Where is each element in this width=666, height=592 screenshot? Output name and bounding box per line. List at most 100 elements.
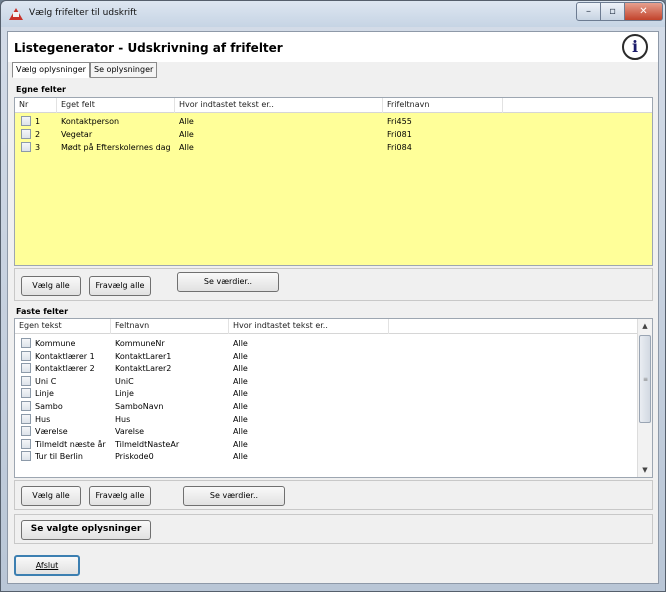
egne-select-all-button[interactable]: Vælg alle xyxy=(21,276,81,296)
cell-nr: 3 xyxy=(35,143,41,152)
scroll-grip-icon: ≡ xyxy=(643,376,649,383)
row-checkbox[interactable] xyxy=(21,375,31,386)
cell-frifeltnavn: Fri084 xyxy=(387,143,412,152)
dialog-window: Vælg frifelter til udskrift – ▫ ✕ Listeg… xyxy=(0,0,666,592)
cell-egen-tekst: Kontaktlærer 1 xyxy=(35,351,95,361)
cell-feltnavn: Priskode0 xyxy=(115,452,154,462)
app-logo-icon xyxy=(9,8,23,20)
table-row[interactable]: Linje Linje Alle xyxy=(15,387,637,400)
cell-eget-felt: Vegetar xyxy=(61,130,93,139)
row-checkbox[interactable] xyxy=(21,413,31,424)
faste-deselect-all-button[interactable]: Fravælg alle xyxy=(89,486,151,506)
row-checkbox[interactable] xyxy=(21,451,31,462)
faste-felter-scrollbar[interactable]: ▲ ≡ ▼ xyxy=(637,319,652,477)
header-band: Listegenerator - Udskrivning af frifelte… xyxy=(8,32,658,62)
minimize-button[interactable]: – xyxy=(576,2,601,21)
column-header-egen-tekst[interactable]: Egen tekst xyxy=(15,319,111,334)
cell-hvor: Alle xyxy=(233,414,248,424)
egne-show-values-button[interactable]: Se værdier.. xyxy=(177,272,279,292)
column-header-hvor-indtastet[interactable]: Hvor indtastet tekst er.. xyxy=(175,98,383,113)
table-row[interactable]: Kontaktlærer 2 KontaktLarer2 Alle xyxy=(15,362,637,375)
table-row[interactable]: Værelse Varelse Alle xyxy=(15,425,637,438)
exit-button[interactable]: Afslut xyxy=(14,555,80,576)
table-row[interactable]: Sambo SamboNavn Alle xyxy=(15,400,637,413)
cell-hvor: Alle xyxy=(179,117,194,126)
table-row[interactable]: Kontaktlærer 1 KontaktLarer1 Alle xyxy=(15,350,637,363)
faste-select-all-button[interactable]: Vælg alle xyxy=(21,486,81,506)
faste-felter-button-bar: Vælg alle Fravælg alle Se værdier.. xyxy=(14,480,653,510)
cell-hvor: Alle xyxy=(233,389,248,399)
show-selected-button[interactable]: Se valgte oplysninger xyxy=(21,520,151,540)
row-checkbox[interactable] xyxy=(21,438,31,449)
cell-frifeltnavn: Fri455 xyxy=(387,117,412,126)
scroll-up-icon[interactable]: ▲ xyxy=(638,319,652,333)
cell-egen-tekst: Hus xyxy=(35,414,51,424)
cell-hvor: Alle xyxy=(179,143,194,152)
page-title: Listegenerator - Udskrivning af frifelte… xyxy=(14,41,283,55)
table-row[interactable]: Uni C UniC Alle xyxy=(15,375,637,388)
cell-eget-felt: Mødt på Efterskolernes dag xyxy=(61,143,171,152)
row-checkbox[interactable] xyxy=(21,116,31,126)
column-header-nr[interactable]: Nr xyxy=(15,98,57,113)
cell-hvor: Alle xyxy=(233,364,248,374)
maximize-button[interactable]: ▫ xyxy=(600,2,625,21)
scroll-thumb[interactable]: ≡ xyxy=(639,335,651,423)
cell-hvor: Alle xyxy=(233,402,248,411)
cell-egen-tekst: Linje xyxy=(35,389,54,399)
table-row[interactable]: Tur til Berlin Priskode0 Alle xyxy=(15,450,637,463)
row-checkbox[interactable] xyxy=(21,401,31,411)
column-header-frifeltnavn[interactable]: Frifeltnavn xyxy=(383,98,503,113)
table-row[interactable]: Kommune KommuneNr Alle xyxy=(15,337,637,350)
close-button[interactable]: ✕ xyxy=(624,2,663,21)
cell-feltnavn: KommuneNr xyxy=(115,339,165,348)
window-title: Vælg frifelter til udskrift xyxy=(29,8,137,18)
cell-feltnavn: Hus xyxy=(115,414,131,424)
faste-felter-grid: Egen tekst Feltnavn Hvor indtastet tekst… xyxy=(14,318,653,478)
cell-feltnavn: Varelse xyxy=(115,427,145,437)
cell-egen-tekst: Kommune xyxy=(35,339,76,348)
show-selected-bar: Se valgte oplysninger xyxy=(14,514,653,544)
row-checkbox[interactable] xyxy=(21,129,31,139)
cell-hvor: Alle xyxy=(233,427,248,437)
column-header-feltnavn[interactable]: Feltnavn xyxy=(111,319,229,334)
cell-nr: 2 xyxy=(35,130,41,139)
cell-feltnavn: SamboNavn xyxy=(115,402,164,411)
row-checkbox[interactable] xyxy=(21,363,31,374)
egne-felter-header: Nr Eget felt Hvor indtastet tekst er.. F… xyxy=(15,98,652,113)
scroll-down-icon[interactable]: ▼ xyxy=(638,463,652,477)
faste-felter-label: Faste felter xyxy=(16,307,69,316)
column-header-eget-felt[interactable]: Eget felt xyxy=(57,98,175,113)
tab-se-oplysninger[interactable]: Se oplysninger xyxy=(90,62,158,78)
cell-egen-tekst: Uni C xyxy=(35,376,57,386)
table-row[interactable]: 3 Mødt på Efterskolernes dag Alle Fri084 xyxy=(15,141,652,154)
column-header-hvor-indtastet[interactable]: Hvor indtastet tekst er.. xyxy=(229,319,389,334)
faste-show-values-button[interactable]: Se værdier.. xyxy=(183,486,285,506)
cell-hvor: Alle xyxy=(233,376,248,386)
cell-feltnavn: KontaktLarer2 xyxy=(115,364,172,374)
title-bar: Vælg frifelter til udskrift – ▫ ✕ xyxy=(1,1,665,27)
table-row[interactable]: Tilmeldt næste år TilmeldtNasteAr Alle xyxy=(15,438,637,451)
row-checkbox[interactable] xyxy=(21,142,31,152)
tab-vaelg-oplysninger[interactable]: Vælg oplysninger xyxy=(12,62,90,78)
cell-frifeltnavn: Fri081 xyxy=(387,130,412,139)
table-row[interactable]: 2 Vegetar Alle Fri081 xyxy=(15,128,652,141)
faste-felter-header: Egen tekst Feltnavn Hvor indtastet tekst… xyxy=(15,319,637,334)
cell-hvor: Alle xyxy=(233,439,248,449)
cell-nr: 1 xyxy=(35,117,41,126)
row-checkbox[interactable] xyxy=(21,426,31,437)
row-checkbox[interactable] xyxy=(21,350,31,361)
table-row[interactable]: 1 Kontaktperson Alle Fri455 xyxy=(15,115,652,128)
egne-felter-label: Egne felter xyxy=(16,85,66,94)
cell-hvor: Alle xyxy=(179,130,194,139)
egne-deselect-all-button[interactable]: Fravælg alle xyxy=(89,276,151,296)
cell-egen-tekst: Værelse xyxy=(35,427,68,437)
row-checkbox[interactable] xyxy=(21,338,31,348)
cell-feltnavn: UniC xyxy=(115,376,134,386)
row-checkbox[interactable] xyxy=(21,388,31,399)
cell-egen-tekst: Kontaktlærer 2 xyxy=(35,364,95,374)
table-row[interactable]: Hus Hus Alle xyxy=(15,413,637,426)
dialog-client: Listegenerator - Udskrivning af frifelte… xyxy=(7,31,659,584)
cell-egen-tekst: Tilmeldt næste år xyxy=(35,439,106,449)
egne-felter-button-bar: Vælg alle Fravælg alle Se værdier.. xyxy=(14,268,653,301)
info-icon[interactable]: i xyxy=(622,34,648,60)
